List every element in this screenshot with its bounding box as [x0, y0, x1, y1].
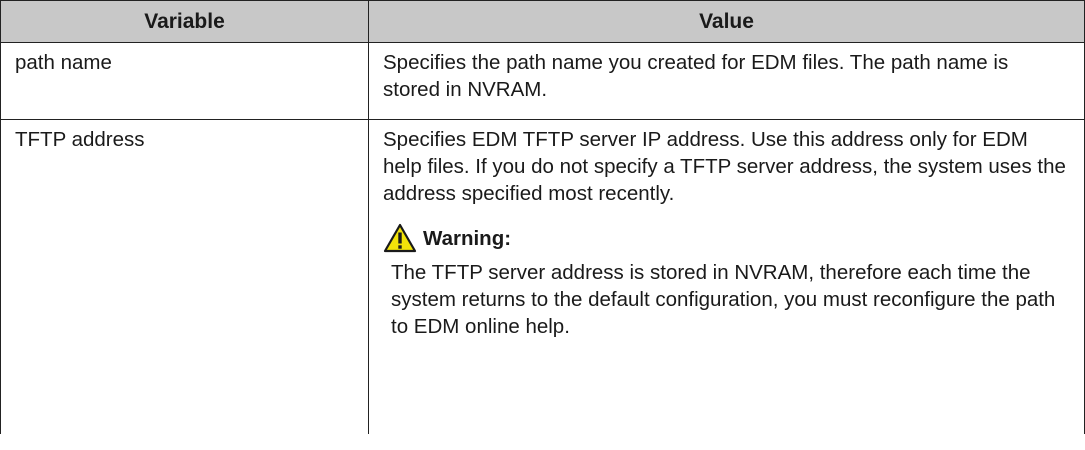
warning-icon: [383, 223, 417, 253]
variable-cell: TFTP address: [0, 119, 369, 434]
header-variable: Variable: [0, 0, 369, 43]
value-cell: Specifies EDM TFTP server IP address. Us…: [368, 119, 1085, 434]
warning-text: The TFTP server address is stored in NVR…: [391, 261, 1056, 338]
table-header-row: Variable Value: [0, 0, 1085, 43]
table-row: TFTP address Specifies EDM TFTP server I…: [0, 119, 1085, 434]
header-value: Value: [368, 0, 1085, 43]
warning-title: Warning:: [423, 226, 512, 250]
table-row: path name Specifies the path name you cr…: [0, 42, 1085, 120]
value-text: Specifies EDM TFTP server IP address. Us…: [383, 128, 1066, 205]
variable-cell: path name: [0, 42, 369, 120]
warning-note: Warning: The TFTP server address is stor…: [383, 221, 1070, 340]
warning-heading: Warning:: [383, 221, 1070, 255]
value-text: Specifies the path name you created for …: [383, 51, 1009, 101]
variable-value-table: Variable Value path name Specifies the p…: [0, 0, 1085, 434]
value-cell: Specifies the path name you created for …: [368, 42, 1085, 120]
